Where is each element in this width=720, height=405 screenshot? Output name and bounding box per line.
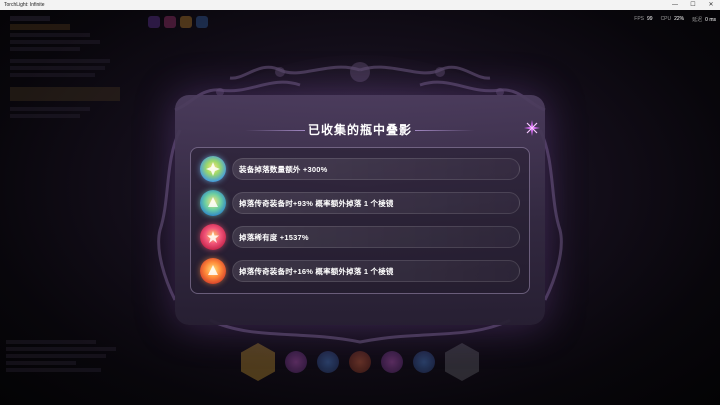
cpu-value: 22% (674, 16, 685, 22)
modal-title: 已收集的瓶中叠影 (307, 123, 412, 137)
window-close-button[interactable]: ✕ (702, 0, 720, 10)
effect-text: 掉落稀有度 +1537% (232, 226, 520, 248)
list-item: 装备掉落数量额外 +300% (200, 156, 520, 182)
fps-value: 99 (647, 16, 653, 22)
effect-text: 掉落传奇装备时+93% 概率额外掉落 1 个棱镜 (232, 192, 520, 214)
list-item: 掉落传奇装备时+16% 概率额外掉落 1 个棱镜 (200, 258, 520, 284)
list-item: 掉落传奇装备时+93% 概率额外掉落 1 个棱镜 (200, 190, 520, 216)
close-button[interactable] (524, 120, 540, 136)
quest-tracker-background (10, 16, 130, 118)
effect-text: 装备掉落数量额外 +300% (232, 158, 520, 180)
window-title: TorchLight: Infinite (4, 2, 45, 8)
list-item: 掉落稀有度 +1537% (200, 224, 520, 250)
latency-value: 0 ms (705, 17, 716, 23)
prism-icon (200, 190, 226, 216)
buff-icons-background (148, 16, 208, 28)
cpu-label: CPU (660, 16, 672, 22)
performance-overlay: FPS 99 CPU 22% 延迟 0 ms (634, 16, 716, 23)
rarity-icon (200, 224, 226, 250)
latency-label: 延迟 (692, 17, 703, 23)
window-titlebar: TorchLight: Infinite — ☐ ✕ (0, 0, 720, 10)
chat-log-background (6, 340, 126, 372)
star-close-icon (524, 120, 540, 136)
fps-label: FPS (634, 16, 644, 22)
effect-text: 掉落传奇装备时+16% 概率额外掉落 1 个棱镜 (232, 260, 520, 282)
minimize-button[interactable]: — (666, 0, 684, 10)
maximize-button[interactable]: ☐ (684, 0, 702, 10)
gear-drop-icon (200, 156, 226, 182)
prism-orange-icon (200, 258, 226, 284)
